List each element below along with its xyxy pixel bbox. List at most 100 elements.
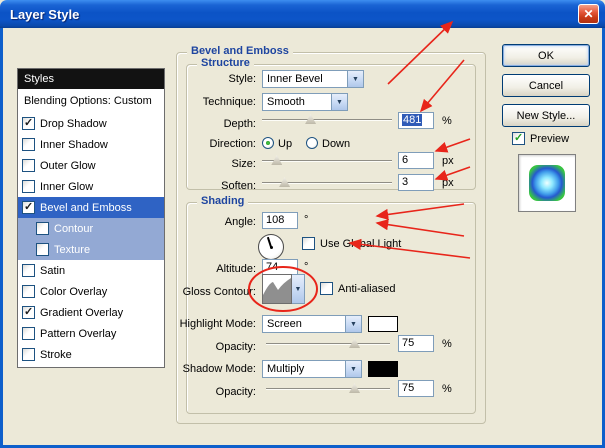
direction-down-label[interactable]: Down <box>322 138 350 150</box>
style-item-color-overlay[interactable]: Color Overlay <box>18 281 164 302</box>
altitude-label: Altitude: <box>216 263 256 275</box>
checkbox[interactable] <box>22 159 35 172</box>
use-global-light-label[interactable]: Use Global Light <box>320 238 401 250</box>
depth-slider[interactable] <box>262 112 392 126</box>
chevron-down-icon[interactable]: ▼ <box>345 361 361 377</box>
direction-up-label[interactable]: Up <box>278 138 292 150</box>
style-item-bevel-and-emboss[interactable]: Bevel and Emboss <box>18 197 164 218</box>
slider-track <box>266 388 390 390</box>
shadow-mode-label: Shadow Mode: <box>182 363 256 375</box>
highlight-opacity-input[interactable]: 75 <box>398 335 434 352</box>
checkbox[interactable] <box>22 327 35 340</box>
chevron-down-icon[interactable]: ▼ <box>347 71 363 87</box>
checkbox[interactable] <box>36 222 49 235</box>
style-item-label: Pattern Overlay <box>40 327 117 340</box>
styles-list-header[interactable]: Styles <box>18 69 164 90</box>
size-slider[interactable] <box>262 153 392 167</box>
style-item-satin[interactable]: Satin <box>18 260 164 281</box>
style-item-label: Stroke <box>40 348 72 361</box>
soften-label: Soften: <box>221 180 256 192</box>
style-item-label: Outer Glow <box>40 159 96 172</box>
angle-dial-center <box>269 245 273 249</box>
style-item-label: Color Overlay <box>40 285 108 298</box>
titlebar[interactable]: Layer Style ✕ <box>0 0 605 28</box>
direction-label: Direction: <box>209 138 256 150</box>
contour-curve-icon <box>263 278 291 303</box>
style-label: Style: <box>228 73 256 85</box>
close-icon[interactable]: ✕ <box>578 4 599 24</box>
highlight-color-swatch[interactable] <box>368 316 398 332</box>
chevron-down-icon[interactable]: ▼ <box>331 94 347 110</box>
size-input[interactable]: 6 <box>398 152 434 169</box>
style-item-pattern-overlay[interactable]: Pattern Overlay <box>18 323 164 344</box>
size-unit: px <box>442 155 454 167</box>
new-style-button[interactable]: New Style... <box>502 104 590 127</box>
preview-label[interactable]: Preview <box>530 133 569 145</box>
size-label: Size: <box>231 158 256 170</box>
anti-aliased-label[interactable]: Anti-aliased <box>338 283 395 295</box>
style-item-gradient-overlay[interactable]: Gradient Overlay <box>18 302 164 323</box>
checkbox[interactable] <box>22 264 35 277</box>
shadow-color-swatch[interactable] <box>368 361 398 377</box>
highlight-opacity-slider[interactable] <box>266 336 390 350</box>
gloss-contour-dropdown-icon[interactable]: ▼ <box>292 274 305 304</box>
technique-label: Technique: <box>202 96 256 108</box>
shadow-mode-dropdown[interactable]: Multiply ▼ <box>262 360 362 378</box>
gloss-contour-thumbnail[interactable] <box>262 274 292 304</box>
checkbox[interactable] <box>22 180 35 193</box>
style-item-outer-glow[interactable]: Outer Glow <box>18 155 164 176</box>
soften-unit: px <box>442 177 454 189</box>
direction-down-radio[interactable] <box>306 137 318 149</box>
structure-group-title: Structure <box>197 57 254 69</box>
gloss-contour-label: Gloss Contour: <box>182 286 256 298</box>
checkbox[interactable] <box>22 285 35 298</box>
blending-options-item[interactable]: Blending Options: Custom <box>18 90 164 113</box>
checkbox[interactable] <box>22 200 35 214</box>
checkbox[interactable] <box>22 138 35 151</box>
style-item-inner-glow[interactable]: Inner Glow <box>18 176 164 197</box>
style-item-texture[interactable]: Texture <box>18 239 164 260</box>
styles-list: Styles Blending Options: Custom Drop Sha… <box>17 68 165 368</box>
checkbox[interactable] <box>22 116 35 130</box>
technique-dropdown-value: Smooth <box>267 96 305 108</box>
anti-aliased-checkbox[interactable] <box>320 282 333 295</box>
checkbox[interactable] <box>22 348 35 361</box>
style-item-stroke[interactable]: Stroke <box>18 344 164 365</box>
slider-track <box>262 119 392 121</box>
cancel-button[interactable]: Cancel <box>502 74 590 97</box>
chevron-down-icon[interactable]: ▼ <box>345 316 361 332</box>
shading-group-title: Shading <box>197 195 249 207</box>
style-item-contour[interactable]: Contour <box>18 218 164 239</box>
soften-input[interactable]: 3 <box>398 174 434 191</box>
ok-button[interactable]: OK <box>502 44 590 67</box>
style-item-drop-shadow[interactable]: Drop Shadow <box>18 113 164 134</box>
style-dropdown[interactable]: Inner Bevel ▼ <box>262 70 364 88</box>
technique-dropdown[interactable]: Smooth ▼ <box>262 93 348 111</box>
depth-input[interactable]: 481 <box>398 112 434 129</box>
shadow-opacity-label: Opacity: <box>215 386 256 398</box>
angle-dial[interactable] <box>258 234 284 260</box>
use-global-light-checkbox[interactable] <box>302 237 315 250</box>
highlight-mode-dropdown[interactable]: Screen ▼ <box>262 315 362 333</box>
checkbox[interactable] <box>22 305 35 319</box>
shadow-opacity-input[interactable]: 75 <box>398 380 434 397</box>
panel-title: Bevel and Emboss <box>187 45 293 57</box>
soften-slider[interactable] <box>262 175 392 189</box>
preview-checkbox[interactable] <box>512 131 525 145</box>
style-item-label: Contour <box>54 222 94 235</box>
style-item-label: Bevel and Emboss <box>40 201 132 214</box>
window-title: Layer Style <box>10 6 80 22</box>
depth-label: Depth: <box>223 118 256 130</box>
style-item-inner-shadow[interactable]: Inner Shadow <box>18 134 164 155</box>
shadow-opacity-slider[interactable] <box>266 381 390 395</box>
angle-input[interactable]: 108 <box>262 212 298 229</box>
checkbox[interactable] <box>36 243 49 256</box>
style-item-label: Drop Shadow <box>40 117 107 130</box>
direction-up-radio[interactable] <box>262 137 274 149</box>
angle-unit: ° <box>304 214 309 226</box>
style-item-label: Inner Shadow <box>40 138 108 151</box>
altitude-unit: ° <box>304 261 309 273</box>
depth-unit: % <box>442 115 452 127</box>
angle-label: Angle: <box>224 216 256 228</box>
style-dropdown-value: Inner Bevel <box>267 73 323 85</box>
